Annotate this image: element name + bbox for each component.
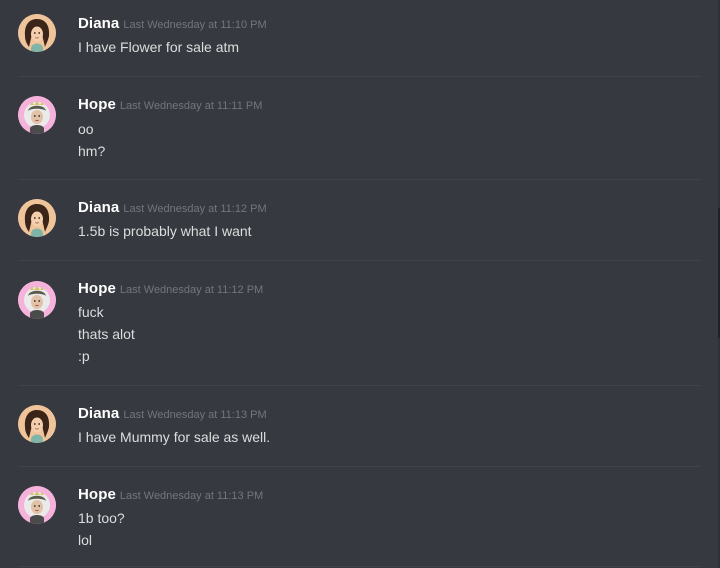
username[interactable]: Hope <box>78 486 116 503</box>
message-header: Diana Last Wednesday at 11:13 PM <box>78 405 267 423</box>
message-text: :p <box>78 348 90 364</box>
message-header: Hope Last Wednesday at 11:13 PM <box>78 486 263 504</box>
hope-avatar-icon <box>18 281 56 319</box>
timestamp[interactable]: Last Wednesday at 11:10 PM <box>123 19 266 31</box>
avatar[interactable] <box>18 96 56 134</box>
diana-avatar-icon <box>18 14 56 52</box>
timestamp[interactable]: Last Wednesday at 11:12 PM <box>120 284 263 296</box>
timestamp[interactable]: Last Wednesday at 11:13 PM <box>123 409 266 421</box>
username[interactable]: Diana <box>78 15 119 32</box>
username[interactable]: Hope <box>78 280 116 297</box>
message-text: I have Flower for sale atm <box>78 39 240 55</box>
message-text: hm? <box>78 143 106 159</box>
username[interactable]: Diana <box>78 199 119 216</box>
hope-avatar-icon <box>18 96 56 134</box>
avatar[interactable] <box>18 14 56 52</box>
message-divider <box>18 260 700 261</box>
username[interactable]: Hope <box>78 96 116 113</box>
message-header: Hope Last Wednesday at 11:12 PM <box>78 280 263 298</box>
username[interactable]: Diana <box>78 405 119 422</box>
message-text: 1b too? <box>78 510 125 526</box>
avatar[interactable] <box>18 281 56 319</box>
message-list[interactable]: Diana Last Wednesday at 11:10 PM I have F… <box>0 0 720 568</box>
message-text: thats alot <box>78 326 135 342</box>
timestamp[interactable]: Last Wednesday at 11:11 PM <box>120 100 262 112</box>
message-text: 1.5b is probably what I want <box>78 223 252 239</box>
timestamp[interactable]: Last Wednesday at 11:13 PM <box>120 490 263 502</box>
diana-avatar-icon <box>18 405 56 443</box>
diana-avatar-icon <box>18 199 56 237</box>
message-header: Hope Last Wednesday at 11:11 PM <box>78 96 262 114</box>
timestamp[interactable]: Last Wednesday at 11:12 PM <box>123 203 266 215</box>
message-divider <box>18 179 700 180</box>
message-text: I have Mummy for sale as well. <box>78 429 271 445</box>
avatar[interactable] <box>18 405 56 443</box>
message-text: lol <box>78 532 93 548</box>
message-header: Diana Last Wednesday at 11:12 PM <box>78 199 267 217</box>
message-divider <box>18 466 700 467</box>
message-header: Diana Last Wednesday at 11:10 PM <box>78 15 267 33</box>
message-text: oo <box>78 121 94 137</box>
hope-avatar-icon <box>18 486 56 524</box>
message-divider <box>18 76 700 77</box>
message-divider <box>18 385 700 386</box>
avatar[interactable] <box>18 199 56 237</box>
avatar[interactable] <box>18 486 56 524</box>
message-divider <box>18 566 700 567</box>
message-text: fuck <box>78 304 104 320</box>
